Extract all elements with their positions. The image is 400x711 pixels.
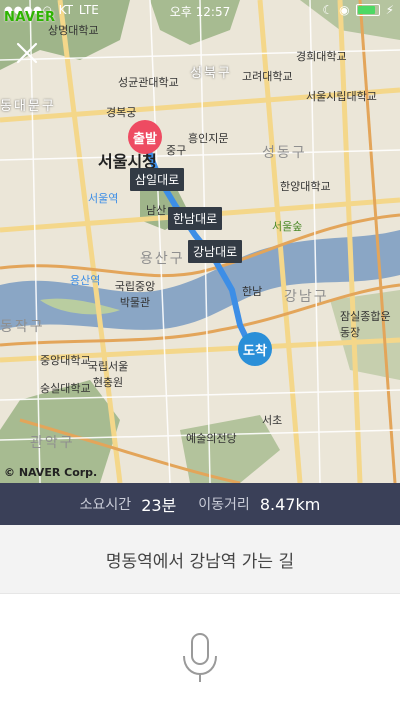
moon-icon: ☾	[322, 3, 334, 17]
battery-icon	[355, 4, 380, 16]
map-label-national-cemetery: 국립서울현충원	[87, 360, 129, 389]
map-label-heunginjimun: 흥인지문	[188, 132, 229, 145]
charging-icon: ⚡	[385, 3, 394, 17]
map-label-chungang-univ: 중앙대학교	[40, 354, 91, 367]
map-label-jung: 중구	[166, 144, 187, 157]
close-button[interactable]	[14, 40, 40, 66]
map-label-hannam: 한남	[242, 285, 263, 298]
route-map[interactable]: 동대문구 성북구 서울시청 서울역 용산구 성동구 강남구 관악구 동작구 중구…	[0, 0, 400, 483]
distance-label: 이동거리	[198, 497, 250, 513]
map-label-gyeonghee: 경희대학교	[296, 50, 347, 63]
map-label-gangnam: 강남구	[284, 289, 329, 305]
naver-logo: NAVER	[4, 10, 56, 25]
map-label-yongsan: 용산구	[140, 251, 185, 267]
road-tag-samil: 삼일대로	[130, 168, 185, 191]
map-label-namsan: 남산	[146, 204, 167, 217]
voice-query-text: 명동역에서 강남역 가는 길	[0, 525, 400, 594]
map-label-gwanak: 관악구	[30, 435, 75, 451]
map-copyright: © NAVER Corp.	[4, 466, 98, 479]
map-label-gyeongbokgung: 경복궁	[106, 106, 137, 119]
road-tag-gangnam: 강남대로	[188, 240, 243, 263]
close-icon	[16, 42, 38, 64]
end-pin[interactable]: 도착	[238, 332, 272, 366]
duration-label: 소요시간	[79, 497, 132, 513]
status-bar: ●●●●○ KT LTE 오후 12:57 ☾ ◉ ⚡	[0, 0, 400, 20]
map-label-seoul-city-univ: 서울시립대학교	[306, 90, 377, 103]
map-label-yongsan-station: 용산역	[70, 274, 101, 287]
duration-value: 23분	[141, 496, 177, 515]
map-label-sungkyunkwan: 성균관대학교	[118, 76, 179, 89]
map-label-arts-center: 예술의전당	[186, 432, 237, 445]
microphone-button[interactable]	[179, 632, 221, 684]
map-label-seongdong: 성동구	[262, 145, 307, 161]
distance-value: 8.47km	[259, 494, 321, 514]
microphone-icon	[183, 633, 217, 682]
map-label-jamsil: 잠실종합운동장	[340, 310, 391, 339]
route-info-bar: 소요시간 23분 이동거리 8.47km	[0, 483, 400, 525]
start-pin[interactable]: 출발	[128, 120, 162, 154]
map-label-korea-univ: 고려대학교	[242, 70, 293, 83]
map-label-seongbuk: 성북구	[190, 66, 232, 81]
map-label-national-museum: 국립중앙박물관	[114, 280, 156, 309]
map-label-seoul-forest: 서울숲	[272, 220, 303, 233]
lock-rotation-icon: ◉	[339, 3, 350, 17]
road-tag-hannam: 한남대로	[168, 207, 223, 230]
map-label-dongjak: 동작구	[0, 319, 45, 335]
map-label-hanyang-univ: 한양대학교	[280, 180, 331, 193]
map-label-seoul-station: 서울역	[88, 192, 119, 205]
map-label-soongsil-univ: 숭실대학교	[40, 382, 91, 395]
map-label-seocho: 서초	[262, 414, 283, 427]
map-label-dongdaemun: 동대문구	[0, 99, 56, 114]
